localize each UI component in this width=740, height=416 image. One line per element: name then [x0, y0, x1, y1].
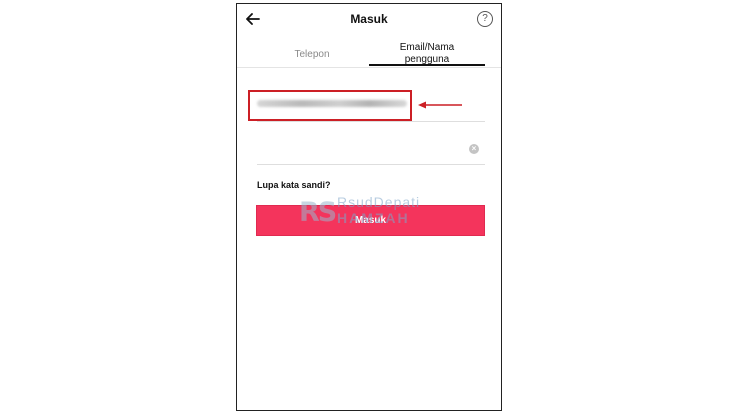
tab-email-username[interactable]: Email/Nama pengguna [369, 42, 485, 66]
page-title: Masuk [350, 12, 388, 26]
password-input[interactable] [257, 142, 462, 156]
login-button[interactable]: Masuk [256, 205, 485, 236]
password-field-underline [257, 164, 485, 165]
highlight-box [248, 90, 412, 121]
header: Masuk ? [237, 4, 501, 36]
email-field-underline [257, 121, 485, 122]
active-tab-indicator [369, 64, 485, 66]
forgot-password-link[interactable]: Lupa kata sandi? [257, 180, 331, 190]
tabs-divider [237, 67, 501, 68]
question-circle-icon[interactable]: ? [477, 11, 493, 27]
annotation-arrow-icon [418, 101, 462, 109]
tab-phone[interactable]: Telepon [257, 49, 367, 61]
clear-x-icon[interactable]: × [469, 144, 479, 154]
tab-email-line1: Email/Nama [399, 42, 455, 53]
phone-screen: Masuk ? Telepon Email/Nama pengguna × Lu… [236, 3, 502, 411]
login-tabs: Telepon Email/Nama pengguna [237, 40, 501, 70]
